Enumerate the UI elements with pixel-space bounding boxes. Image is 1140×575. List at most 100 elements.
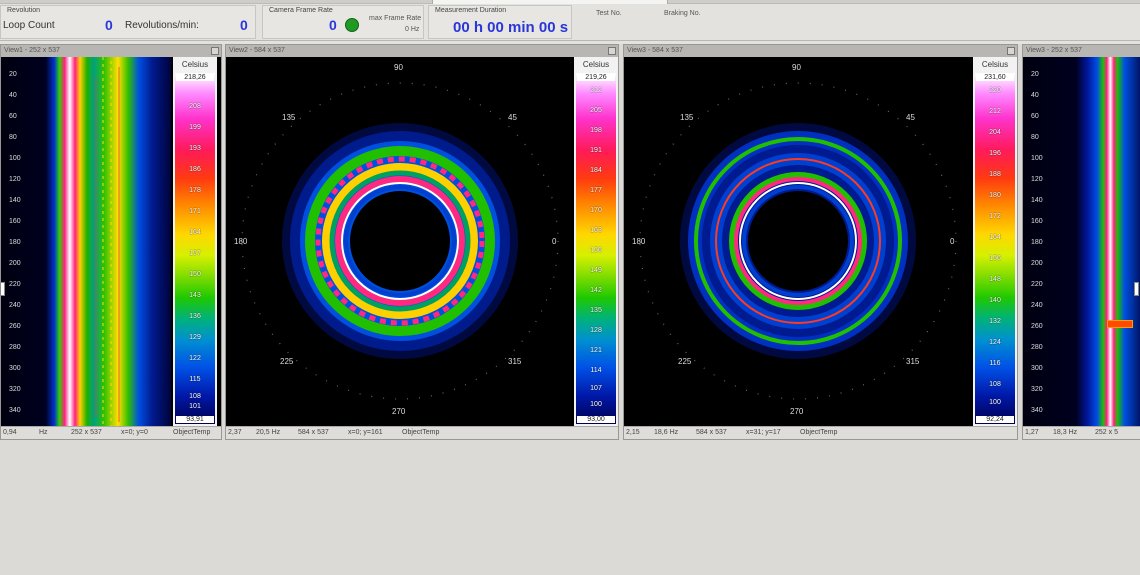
view2-color-scale: Celsius 219,26 212 205 198 191 184 177 1…: [574, 57, 618, 426]
view3-scale-tick: 196: [989, 150, 1001, 157]
view3-angle-225: 225: [678, 357, 692, 366]
view3-scale-tick: 156: [989, 255, 1001, 262]
view1-scale-unit: Celsius: [181, 60, 209, 69]
view2-scale-tick: 184: [590, 167, 602, 174]
view2-angle-90: 90: [394, 63, 403, 72]
active-tab[interactable]: [432, 0, 668, 4]
view3-scale-tick: 180: [989, 192, 1001, 199]
view3-status-value: 2,15: [626, 429, 640, 436]
revolution-title: Revolution: [7, 7, 41, 14]
view3-titlebar[interactable]: View3 - 584 x 537: [624, 45, 1017, 57]
view2-scale-min: 93,00: [577, 416, 615, 423]
view1-scale-tick: 101: [189, 403, 201, 410]
loop-count-label: Loop Count: [3, 20, 55, 31]
view3-status-rate: 18,6 Hz: [654, 429, 679, 436]
view4-thermal-image[interactable]: 20 40 60 80 100 120 140 160 180 200 220 …: [1023, 57, 1140, 426]
view3-scale-tick: 148: [989, 276, 1001, 283]
view4-panel[interactable]: View3 - 252 x 537 20 40 60 80 100 120 14…: [1022, 44, 1140, 440]
view2-scale-tick: 163: [590, 227, 602, 234]
view1-scale-tick: 208: [189, 103, 201, 110]
view4-statusbar: 1,27 18,3 Hz 252 x 5: [1023, 426, 1140, 439]
window-tab-strip: [0, 0, 1140, 4]
view2-status-value: 2,37: [228, 429, 242, 436]
left-splitter-handle[interactable]: [0, 282, 5, 296]
view2-status-size: 584 x 537: [298, 429, 329, 436]
frame-rate-title: Camera Frame Rate: [269, 7, 333, 14]
view2-scale-tick: 177: [590, 187, 602, 194]
view2-scale-tick: 121: [590, 347, 602, 354]
loop-count-value: 0: [105, 17, 113, 33]
view2-status-rate: 20,5 Hz: [256, 429, 281, 436]
view1-scale-tick: 164: [189, 229, 201, 236]
view3-statusbar: 2,15 18,6 Hz 584 x 537 x=31; y=17 Object…: [624, 426, 1017, 439]
view1-status-size: 252 x 537: [71, 429, 102, 436]
view2-thermal-image[interactable]: 90 45 135 180 0 225 315 270: [226, 57, 572, 426]
view2-scale-tick: 128: [590, 327, 602, 334]
view3-angle-90: 90: [792, 63, 801, 72]
view2-scale-tick: 212: [590, 87, 602, 94]
view3-angle-45: 45: [906, 113, 915, 122]
view1-titlebar[interactable]: View1 - 252 x 537: [1, 45, 221, 57]
view3-scale-tick: 164: [989, 234, 1001, 241]
view3-scale-tick: 100: [989, 399, 1001, 406]
view1-panel[interactable]: View1 - 252 x 537 20 40 60 80 100 120 14…: [0, 44, 222, 440]
view2-resize-icon[interactable]: [608, 47, 616, 55]
view3-status-cursor: x=31; y=17: [746, 429, 781, 436]
view4-titlebar[interactable]: View3 - 252 x 537: [1023, 45, 1140, 57]
view1-scale-tick: 186: [189, 166, 201, 173]
hotspot-marker[interactable]: [1107, 320, 1133, 328]
view3-scale-tick: 188: [989, 171, 1001, 178]
view2-angle-45: 45: [508, 113, 517, 122]
view2-scale-tick: 170: [590, 207, 602, 214]
view2-scale-tick: 205: [590, 107, 602, 114]
view3-angle-180: 180: [632, 237, 646, 246]
view3-angle-135: 135: [680, 113, 694, 122]
view1-statusbar: 0,94 Hz 252 x 537 x=0; y=0 ObjectTemp: [1, 426, 221, 439]
view2-angle-225: 225: [280, 357, 294, 366]
view1-scale-tick: 150: [189, 271, 201, 278]
view2-scale-tick: 100: [590, 401, 602, 408]
view3-scale-tick: 108: [989, 381, 1001, 388]
view2-scale-tick: 114: [590, 367, 602, 374]
view2-status-mode: ObjectTemp: [402, 429, 440, 436]
max-frame-rate-unit: 0 Hz: [405, 26, 420, 33]
view3-panel[interactable]: View3 - 584 x 537 90 45 135 180 0 225 31…: [623, 44, 1018, 440]
view1-thermal-svg: [1, 57, 171, 426]
view2-thermal-svg: [226, 57, 572, 426]
view1-scale-tick: 199: [189, 124, 201, 131]
view2-scale-max: 219,26: [577, 74, 615, 81]
view4-status-size: 252 x 5: [1095, 429, 1118, 436]
view1-scale-tick: 178: [189, 187, 201, 194]
view2-angle-315: 315: [508, 357, 522, 366]
view3-scale-tick: 140: [989, 297, 1001, 304]
view3-thermal-image[interactable]: 90 45 135 180 0 225 315 270: [624, 57, 971, 426]
view3-scale-unit: Celsius: [981, 60, 1009, 69]
view2-angle-270: 270: [392, 407, 406, 416]
view2-titlebar[interactable]: View2 - 584 x 537: [226, 45, 618, 57]
view2-scale-tick: 191: [590, 147, 602, 154]
view3-resize-icon[interactable]: [1007, 47, 1015, 55]
view1-scale-tick: 136: [189, 313, 201, 320]
view2-status-cursor: x=0; y=161: [348, 429, 383, 436]
view2-angle-180: 180: [234, 237, 248, 246]
empty-workspace: [0, 440, 1140, 575]
view3-thermal-svg: [624, 57, 971, 426]
right-splitter-handle[interactable]: [1134, 282, 1139, 296]
view3-scale-tick: 204: [989, 129, 1001, 136]
view1-thermal-image[interactable]: 20 40 60 80 100 120 140 160 180 200 220 …: [1, 57, 171, 426]
view2-panel[interactable]: View2 - 584 x 537 90 45 135 180 0 225 31…: [225, 44, 619, 440]
view1-scale-tick: 143: [189, 292, 201, 299]
view3-scale-max: 231,60: [976, 74, 1014, 81]
frame-rate-value: 0: [329, 17, 337, 33]
view3-scale-tick: 212: [989, 108, 1001, 115]
view3-color-scale: Celsius 231,60 220 212 204 196 188 180 1…: [973, 57, 1017, 426]
view4-status-value: 1,27: [1025, 429, 1039, 436]
view2-scale-tick: 142: [590, 287, 602, 294]
view2-statusbar: 2,37 20,5 Hz 584 x 537 x=0; y=161 Object…: [226, 426, 618, 439]
view4-title: View3 - 252 x 537: [1026, 47, 1082, 54]
view1-resize-icon[interactable]: [211, 47, 219, 55]
view1-scale-max: 218,26: [176, 74, 214, 81]
view1-scale-tick: 171: [189, 208, 201, 215]
view1-status-value: 0,94: [3, 429, 17, 436]
view3-angle-0: 0: [950, 237, 955, 246]
